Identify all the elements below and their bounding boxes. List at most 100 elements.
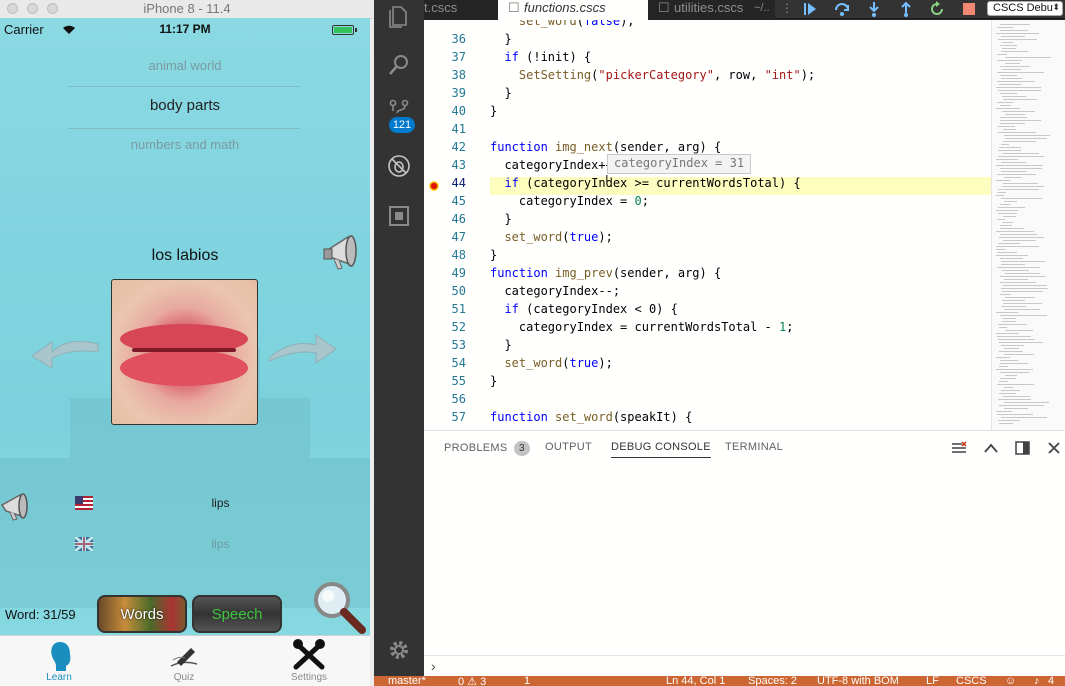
- minimap-line: [1000, 372, 1030, 373]
- code-line: function img_next(sender, arg) {: [490, 140, 722, 154]
- step-into-icon[interactable]: [866, 1, 882, 17]
- minimap-line: [1005, 138, 1047, 139]
- minimap-line: [998, 339, 1035, 340]
- code-line: categoryIndex = 0;: [490, 194, 649, 208]
- tab-settings[interactable]: Settings: [274, 636, 344, 686]
- file-icon: ☐: [658, 0, 670, 15]
- feedback-icon[interactable]: ☺: [1005, 676, 1016, 686]
- speech-button[interactable]: Speech: [192, 595, 282, 633]
- next-arrow-icon[interactable]: [268, 331, 340, 367]
- minimap-line: [1001, 261, 1045, 262]
- minimap-line: [997, 414, 1033, 415]
- code-line: set_word(false);: [518, 20, 635, 28]
- minimap-line: [1002, 69, 1021, 70]
- clear-console-icon[interactable]: [951, 441, 967, 457]
- simulator-title-bar: iPhone 8 - 11.4: [0, 0, 374, 19]
- breakpoint-icon[interactable]: [429, 181, 439, 191]
- minimap-line: [996, 246, 1039, 247]
- console-prompt[interactable]: ›: [431, 658, 436, 674]
- picker-item-above[interactable]: animal world: [0, 58, 370, 73]
- tab-bar: Learn Quiz Settings: [0, 635, 370, 686]
- panel-tab-output[interactable]: OUTPUT: [545, 441, 592, 453]
- minimap-line: [996, 255, 1028, 256]
- line-ending[interactable]: LF: [926, 676, 939, 686]
- step-out-icon[interactable]: [898, 1, 914, 17]
- tab-learn[interactable]: Learn: [24, 636, 94, 686]
- tab-settings-label: Settings: [290, 672, 328, 683]
- activity-bar: 121: [374, 0, 424, 676]
- panel-tab-problems[interactable]: PROBLEMS 3: [444, 441, 530, 456]
- editor-tab[interactable]: t.cscs: [424, 0, 498, 20]
- minimap[interactable]: [991, 20, 1065, 430]
- chevron-up-icon[interactable]: [984, 442, 998, 454]
- debug-config-select[interactable]: CSCS Debu ⬍: [987, 1, 1063, 16]
- continue-icon[interactable]: [803, 2, 817, 16]
- code-line: }: [490, 374, 498, 388]
- code-line: }: [490, 104, 498, 118]
- editor-tab-active[interactable]: ☐ functions.cscs: [498, 0, 648, 20]
- minimap-line: [1002, 321, 1016, 322]
- minimap-line: [1001, 51, 1028, 52]
- line-number: 57: [451, 410, 466, 424]
- minimap-line: [1005, 114, 1025, 115]
- minimap-line: [1002, 153, 1039, 154]
- search-icon[interactable]: [387, 53, 411, 77]
- minimap-line: [1000, 30, 1028, 31]
- tab-label: t.cscs: [424, 0, 458, 15]
- picker-item-selected[interactable]: body parts: [0, 97, 370, 114]
- gear-icon[interactable]: [387, 638, 411, 662]
- branch-label[interactable]: master*: [388, 676, 426, 686]
- minimap-line: [1003, 303, 1042, 304]
- line-number: 50: [451, 284, 466, 298]
- problems-badge: 3: [513, 441, 530, 456]
- minimap-line: [1000, 105, 1011, 106]
- minimap-line: [998, 420, 1020, 421]
- minimap-line: [998, 399, 1031, 400]
- minimap-line: [1000, 282, 1036, 283]
- drag-handle-icon[interactable]: ⋮: [781, 1, 793, 15]
- line-number: 46: [451, 212, 466, 226]
- restart-icon[interactable]: [929, 1, 945, 17]
- minimap-line: [1001, 162, 1026, 163]
- line-number: 47: [451, 230, 466, 244]
- code-line: }: [490, 212, 512, 226]
- debug-sessions[interactable]: 1: [524, 676, 530, 686]
- encoding[interactable]: UTF-8 with BOM: [817, 676, 899, 686]
- panel-tab-debug-console[interactable]: DEBUG CONSOLE: [611, 441, 711, 458]
- minimap-line: [1005, 57, 1051, 58]
- step-over-icon[interactable]: [834, 1, 850, 17]
- file-icon: ☐: [508, 0, 520, 15]
- megaphone-icon[interactable]: [322, 231, 368, 273]
- minimap-line: [1003, 285, 1047, 286]
- debug-icon[interactable]: [387, 154, 411, 178]
- picker-item-below[interactable]: numbers and math: [0, 137, 370, 152]
- close-icon[interactable]: [1048, 442, 1060, 454]
- indentation[interactable]: Spaces: 2: [748, 676, 797, 686]
- previous-arrow-icon[interactable]: [28, 334, 100, 370]
- tab-quiz[interactable]: Quiz: [149, 636, 219, 686]
- minimap-line: [999, 351, 1023, 352]
- problems-summary[interactable]: 0 ⚠ 3: [458, 676, 486, 686]
- tab-quiz-label: Quiz: [173, 672, 195, 683]
- tab-label: utilities.cscs: [674, 0, 744, 15]
- code-editor[interactable]: set_word(false); 36 } 37 if (!init) {38 Se…: [424, 20, 991, 430]
- minimap-line: [996, 333, 1019, 334]
- minimap-line: [997, 60, 1022, 61]
- minimap-line: [997, 384, 1034, 385]
- explorer-icon[interactable]: [387, 4, 411, 28]
- stop-icon[interactable]: [963, 3, 975, 15]
- minimap-line: [997, 336, 1031, 337]
- words-button[interactable]: Words: [97, 595, 187, 633]
- cursor-position[interactable]: Ln 44, Col 1: [666, 676, 725, 686]
- split-panel-icon[interactable]: [1015, 441, 1030, 455]
- panel-tab-terminal[interactable]: TERMINAL: [725, 441, 783, 453]
- code-line: categoryIndex++;: [490, 158, 621, 172]
- code-line: if (categoryIndex < 0) {: [504, 302, 678, 316]
- code-line: set_word(true);: [504, 230, 613, 244]
- code-line: }: [490, 338, 512, 352]
- magnifier-icon[interactable]: [310, 578, 368, 636]
- bell-icon[interactable]: ♪: [1034, 676, 1040, 686]
- extensions-icon[interactable]: [387, 204, 411, 228]
- minimap-line: [998, 189, 1039, 190]
- language-mode[interactable]: CSCS: [956, 676, 987, 686]
